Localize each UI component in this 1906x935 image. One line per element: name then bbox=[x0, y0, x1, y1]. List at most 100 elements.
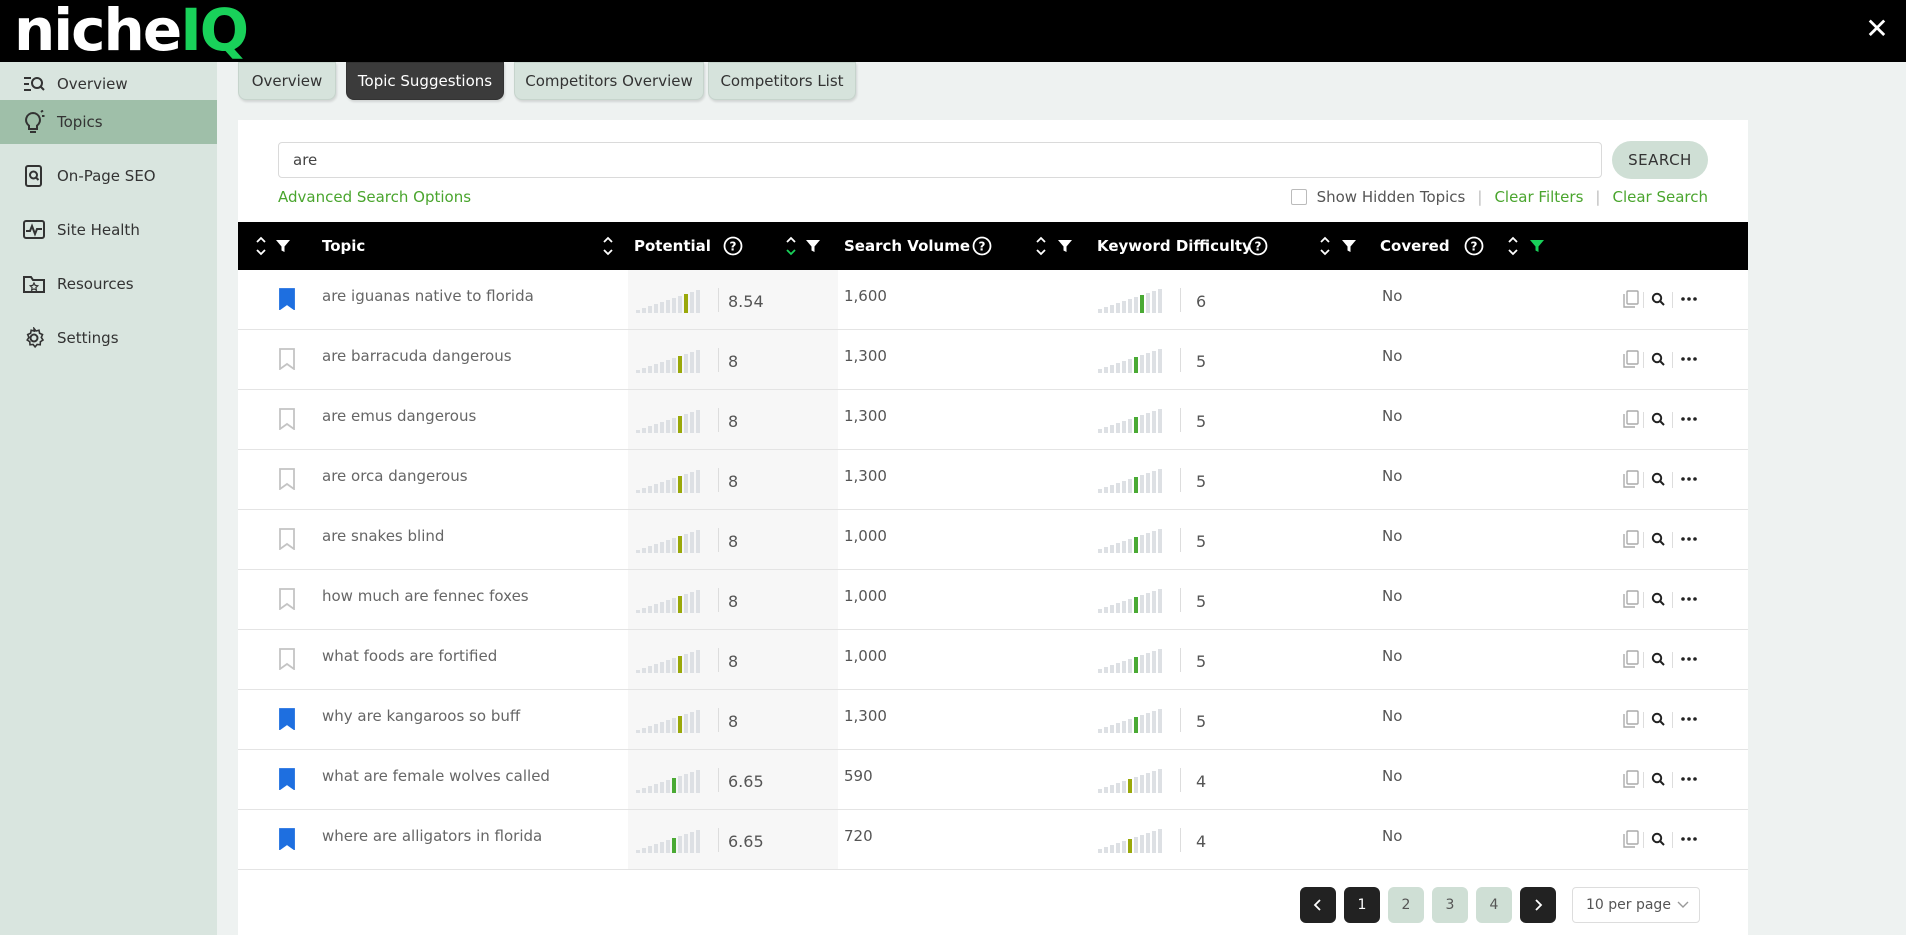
topic-text[interactable]: what foods are fortified bbox=[322, 647, 497, 665]
more-options-icon[interactable] bbox=[1678, 648, 1700, 670]
covered-value: No bbox=[1382, 767, 1403, 785]
bookmark-icon[interactable] bbox=[278, 468, 296, 491]
topic-text[interactable]: how much are fennec foxes bbox=[322, 587, 529, 605]
copy-icon[interactable] bbox=[1620, 588, 1642, 610]
bookmark-icon[interactable] bbox=[278, 408, 296, 431]
topic-text[interactable]: where are alligators in florida bbox=[322, 827, 542, 845]
sort-desc-icon[interactable] bbox=[784, 222, 798, 270]
bookmark-icon[interactable] bbox=[278, 588, 296, 611]
topic-text[interactable]: what are female wolves called bbox=[322, 767, 550, 785]
sort-icon[interactable] bbox=[1506, 222, 1520, 270]
search-icon[interactable] bbox=[1647, 348, 1669, 370]
search-volume-value: 1,300 bbox=[844, 707, 887, 725]
sort-icon[interactable] bbox=[601, 222, 615, 270]
topic-text[interactable]: are barracuda dangerous bbox=[322, 347, 512, 365]
clear-search-link[interactable]: Clear Search bbox=[1612, 188, 1708, 206]
clear-filters-link[interactable]: Clear Filters bbox=[1494, 188, 1583, 206]
search-input[interactable]: are bbox=[278, 142, 1602, 178]
sidebar-item-on-page-seo[interactable]: On-Page SEO bbox=[0, 154, 217, 198]
more-options-icon[interactable] bbox=[1678, 408, 1700, 430]
sort-icon[interactable] bbox=[1034, 222, 1048, 270]
copy-icon[interactable] bbox=[1620, 468, 1642, 490]
keyword-difficulty-column-header[interactable]: Keyword Difficulty bbox=[1097, 222, 1252, 270]
bookmark-icon[interactable] bbox=[278, 648, 296, 671]
page-button-1[interactable]: 1 bbox=[1344, 887, 1380, 923]
filter-icon[interactable] bbox=[806, 222, 820, 270]
tab-competitors-list[interactable]: Competitors List bbox=[708, 62, 856, 100]
page-button-3[interactable]: 3 bbox=[1432, 887, 1468, 923]
tab-overview[interactable]: Overview bbox=[238, 62, 336, 100]
search-icon[interactable] bbox=[1647, 468, 1669, 490]
search-volume-column-header[interactable]: Search Volume bbox=[844, 222, 970, 270]
more-options-icon[interactable] bbox=[1678, 588, 1700, 610]
topic-text[interactable]: are orca dangerous bbox=[322, 467, 468, 485]
filter-icon[interactable] bbox=[1342, 222, 1356, 270]
bar-segment bbox=[636, 430, 640, 433]
help-icon[interactable]: ? bbox=[723, 222, 743, 270]
more-options-icon[interactable] bbox=[1678, 468, 1700, 490]
help-icon[interactable]: ? bbox=[1248, 222, 1268, 270]
filter-icon[interactable] bbox=[1058, 222, 1072, 270]
bookmark-icon[interactable] bbox=[278, 768, 296, 791]
search-icon[interactable] bbox=[1647, 708, 1669, 730]
next-page-button[interactable] bbox=[1520, 887, 1556, 923]
copy-icon[interactable] bbox=[1620, 708, 1642, 730]
sort-icon[interactable] bbox=[1318, 222, 1332, 270]
search-icon[interactable] bbox=[1647, 288, 1669, 310]
topic-text[interactable]: are snakes blind bbox=[322, 527, 444, 545]
bookmark-icon[interactable] bbox=[278, 828, 296, 851]
bar-segment bbox=[696, 350, 700, 373]
bookmark-icon[interactable] bbox=[278, 708, 296, 731]
filter-icon[interactable] bbox=[276, 222, 290, 270]
nicheiq-logo[interactable]: nicheIQ bbox=[14, 1, 249, 59]
sidebar-item-topics[interactable]: Topics bbox=[0, 100, 217, 144]
copy-icon[interactable] bbox=[1620, 648, 1642, 670]
search-icon[interactable] bbox=[1647, 648, 1669, 670]
more-options-icon[interactable] bbox=[1678, 768, 1700, 790]
bookmark-icon[interactable] bbox=[278, 528, 296, 551]
bookmark-icon[interactable] bbox=[278, 288, 296, 311]
search-icon[interactable] bbox=[1647, 408, 1669, 430]
search-icon[interactable] bbox=[1647, 768, 1669, 790]
active-filter-icon[interactable] bbox=[1530, 222, 1544, 270]
covered-column-header[interactable]: Covered bbox=[1380, 222, 1450, 270]
search-icon[interactable] bbox=[1647, 588, 1669, 610]
tab-topic-suggestions[interactable]: Topic Suggestions bbox=[346, 62, 504, 100]
topic-text[interactable]: are iguanas native to florida bbox=[322, 287, 534, 305]
search-icon[interactable] bbox=[1647, 828, 1669, 850]
advanced-search-link[interactable]: Advanced Search Options bbox=[278, 188, 471, 206]
bar-segment bbox=[1122, 841, 1126, 853]
copy-icon[interactable] bbox=[1620, 408, 1642, 430]
sidebar-item-settings[interactable]: Settings bbox=[0, 316, 217, 360]
tab-competitors-overview[interactable]: Competitors Overview bbox=[514, 62, 704, 100]
per-page-select[interactable]: 10 per page bbox=[1572, 887, 1700, 923]
copy-icon[interactable] bbox=[1620, 828, 1642, 850]
copy-icon[interactable] bbox=[1620, 528, 1642, 550]
more-options-icon[interactable] bbox=[1678, 288, 1700, 310]
help-icon[interactable]: ? bbox=[1464, 222, 1484, 270]
more-options-icon[interactable] bbox=[1678, 528, 1700, 550]
sidebar-item-site-health[interactable]: Site Health bbox=[0, 208, 217, 252]
prev-page-button[interactable] bbox=[1300, 887, 1336, 923]
copy-icon[interactable] bbox=[1620, 768, 1642, 790]
more-options-icon[interactable] bbox=[1678, 828, 1700, 850]
copy-icon[interactable] bbox=[1620, 288, 1642, 310]
more-options-icon[interactable] bbox=[1678, 708, 1700, 730]
sidebar-item-resources[interactable]: Resources bbox=[0, 262, 217, 306]
topic-column-header[interactable]: Topic bbox=[322, 222, 365, 270]
more-options-icon[interactable] bbox=[1678, 348, 1700, 370]
search-button[interactable]: SEARCH bbox=[1612, 141, 1708, 179]
bookmark-icon[interactable] bbox=[278, 348, 296, 371]
sort-icon[interactable] bbox=[254, 222, 268, 270]
search-icon[interactable] bbox=[1647, 528, 1669, 550]
page-button-4[interactable]: 4 bbox=[1476, 887, 1512, 923]
topic-text[interactable]: why are kangaroos so buff bbox=[322, 707, 520, 725]
copy-icon[interactable] bbox=[1620, 348, 1642, 370]
bar-segment bbox=[690, 532, 694, 553]
page-button-2[interactable]: 2 bbox=[1388, 887, 1424, 923]
topic-text[interactable]: are emus dangerous bbox=[322, 407, 476, 425]
potential-column-header[interactable]: Potential bbox=[634, 222, 711, 270]
show-hidden-checkbox[interactable] bbox=[1290, 189, 1307, 205]
help-icon[interactable]: ? bbox=[972, 222, 992, 270]
close-icon[interactable]: ✕ bbox=[1862, 14, 1892, 44]
